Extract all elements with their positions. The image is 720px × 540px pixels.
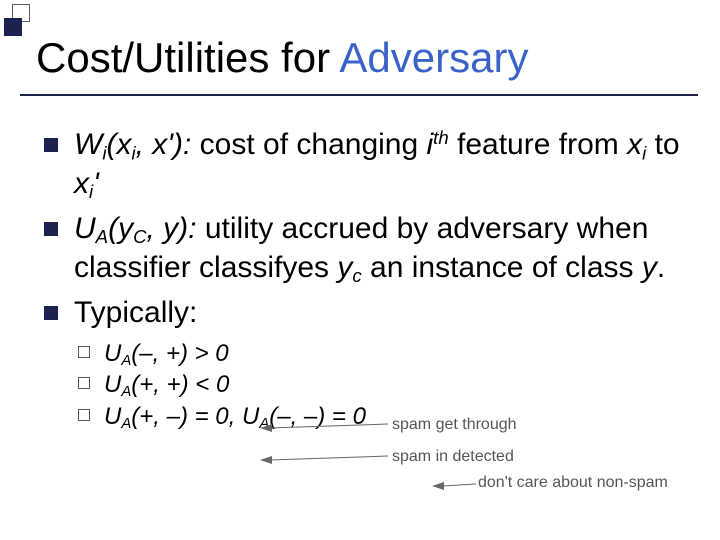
u-text-b: an instance of class bbox=[362, 251, 642, 284]
w-to-word: to bbox=[646, 128, 679, 161]
bullet-typically: Typically: bbox=[40, 294, 690, 332]
c3-u: U bbox=[104, 403, 121, 430]
w-to-prime: ' bbox=[93, 167, 99, 200]
c2-rest: (+, +) < 0 bbox=[131, 371, 229, 398]
bullet-cost: Wi(xi, x'): cost of changing ith feature… bbox=[40, 126, 690, 204]
u-symbol: U bbox=[74, 212, 96, 245]
slide-body: Wi(xi, x'): cost of changing ith feature… bbox=[40, 126, 690, 434]
title-plain: Cost/Utilities for bbox=[36, 34, 339, 81]
case-2: UA(+, +) < 0 bbox=[74, 370, 690, 402]
u-args-a: (y bbox=[108, 212, 133, 245]
title-accent: Adversary bbox=[339, 34, 528, 81]
note-spam-detected: spam in detected bbox=[392, 448, 514, 466]
c1-sub: A bbox=[121, 353, 131, 369]
w-args-a: (x bbox=[106, 128, 131, 161]
arrow-2 bbox=[260, 448, 390, 466]
c1-rest: (–, +) > 0 bbox=[131, 340, 228, 367]
u-yc-sub: c bbox=[352, 265, 361, 286]
c3-mid: (+, –) = 0, bbox=[131, 403, 242, 430]
bullet-utility: UA(yC, y): utility accrued by adversary … bbox=[40, 210, 690, 288]
c3-sub: A bbox=[121, 416, 131, 432]
w-to: x bbox=[74, 167, 89, 200]
u-end: . bbox=[657, 251, 665, 284]
w-ith-th: th bbox=[433, 127, 449, 148]
u-arg-sub: C bbox=[133, 226, 146, 247]
w-from: x bbox=[627, 128, 642, 161]
case-3: UA(+, –) = 0, UA(–, –) = 0 bbox=[74, 402, 690, 434]
u-args-b: , y): bbox=[147, 212, 197, 245]
note-non-spam: don't care about non-spam bbox=[478, 474, 668, 492]
slide-title: Cost/Utilities for Adversary bbox=[36, 34, 528, 82]
title-rule bbox=[20, 94, 698, 96]
u-sub: A bbox=[96, 226, 108, 247]
u-y: y bbox=[642, 251, 657, 284]
w-symbol: W bbox=[74, 128, 102, 161]
u-yc: y bbox=[337, 251, 352, 284]
c1-u: U bbox=[104, 340, 121, 367]
note-spam-through: spam get through bbox=[392, 416, 517, 434]
c2-u: U bbox=[104, 371, 121, 398]
w-text-a: cost of changing bbox=[191, 128, 426, 161]
c3-sub2: A bbox=[259, 416, 269, 432]
c3-u2: U bbox=[242, 403, 259, 430]
case-1: UA(–, +) > 0 bbox=[74, 339, 690, 371]
w-args-b: , x'): bbox=[136, 128, 192, 161]
c3-rest: (–, –) = 0 bbox=[269, 403, 366, 430]
arrow-3 bbox=[432, 478, 478, 494]
c2-sub: A bbox=[121, 385, 131, 401]
typically-label: Typically: bbox=[74, 296, 197, 329]
w-text-b: feature from bbox=[449, 128, 627, 161]
